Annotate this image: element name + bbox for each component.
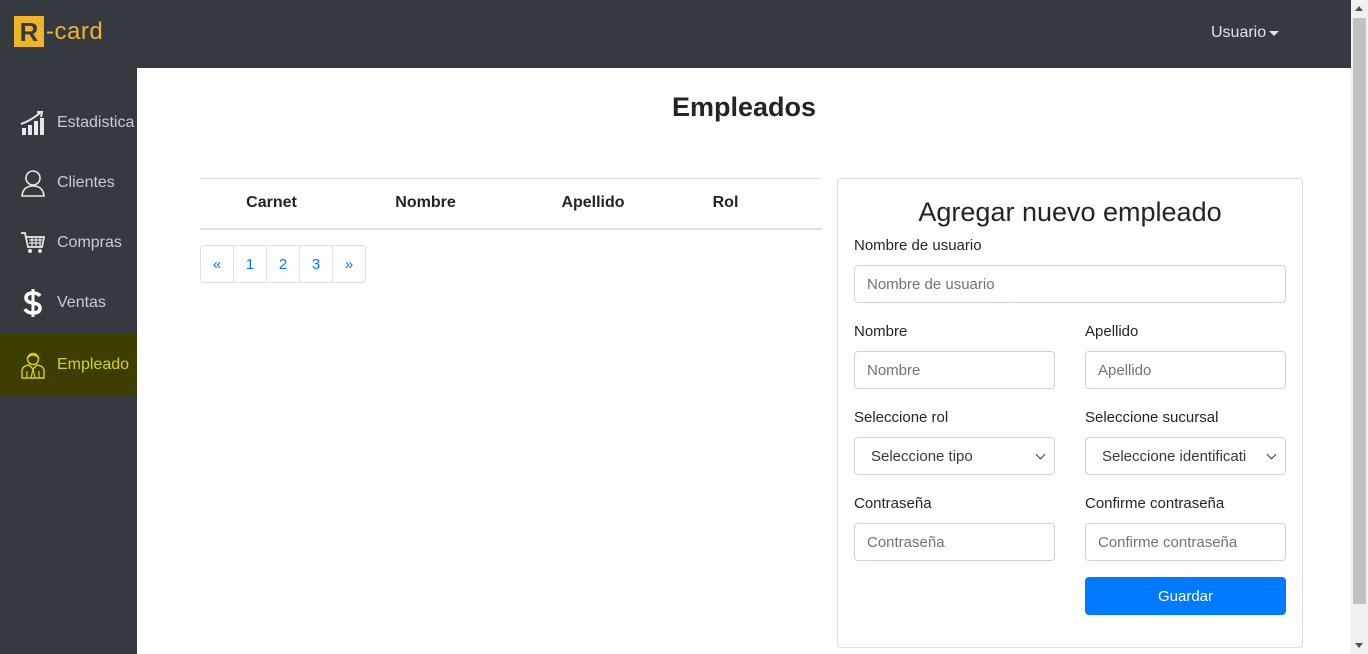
- user-menu-dropdown[interactable]: Usuario: [1211, 24, 1280, 42]
- shopping-cart-icon: [19, 229, 47, 257]
- sidebar-item-label: Ventas: [57, 294, 106, 311]
- sidebar-item-compras[interactable]: Compras: [0, 212, 137, 274]
- role-label: Seleccione rol: [854, 409, 949, 426]
- user-menu-label: Usuario: [1211, 24, 1267, 41]
- add-employee-card: Agregar nuevo empleado Nombre de usuario…: [837, 178, 1303, 648]
- logo-mark: R: [14, 16, 44, 47]
- top-navbar: R -card Usuario: [0, 0, 1351, 68]
- page-title: Empleados: [671, 92, 817, 122]
- dollar-icon: [19, 289, 47, 317]
- sidebar-item-label: Empleado: [57, 356, 130, 373]
- role-select-value: Seleccione tipo: [871, 447, 973, 465]
- first-name-label: Nombre: [854, 323, 908, 340]
- pagination-page-2[interactable]: 2: [266, 245, 300, 283]
- scroll-thumb[interactable]: [1353, 18, 1366, 604]
- pagination-previous[interactable]: «: [200, 245, 234, 283]
- employee-icon: [19, 351, 47, 379]
- branch-select-value: Seleccione identificati: [1102, 447, 1247, 465]
- page-scrollbar[interactable]: [1351, 0, 1368, 654]
- scroll-down-arrow-icon[interactable]: [1355, 643, 1363, 648]
- username-label: Nombre de usuario: [854, 237, 982, 254]
- column-header-rol: Rol: [678, 178, 773, 230]
- sidebar-item-label: Estadistica: [57, 114, 135, 131]
- column-header-apellido: Apellido: [508, 178, 678, 230]
- password-input[interactable]: [854, 523, 1055, 561]
- sidebar-item-empleado[interactable]: Empleado: [0, 334, 137, 396]
- brand-logo[interactable]: R -card: [14, 16, 103, 47]
- column-header-carnet: Carnet: [200, 178, 343, 230]
- logo-text: -card: [46, 17, 104, 45]
- sidebar: Estadistica Clientes Compras Ventas Empl…: [0, 68, 137, 654]
- bar-chart-icon: [19, 109, 47, 137]
- user-icon: [19, 169, 47, 197]
- last-name-input[interactable]: [1085, 351, 1286, 389]
- sidebar-item-label: Compras: [57, 234, 122, 251]
- sidebar-item-estadistica[interactable]: Estadistica: [0, 92, 137, 154]
- scroll-up-arrow-icon[interactable]: [1355, 6, 1363, 11]
- pagination-page-1[interactable]: 1: [233, 245, 267, 283]
- column-header-nombre: Nombre: [343, 178, 508, 230]
- password-label: Contraseña: [854, 495, 932, 512]
- save-button[interactable]: Guardar: [1085, 577, 1286, 615]
- branch-label: Seleccione sucursal: [1085, 409, 1219, 426]
- username-input[interactable]: [854, 265, 1286, 303]
- employees-table: Carnet Nombre Apellido Rol: [200, 178, 822, 230]
- confirm-password-input[interactable]: [1085, 523, 1286, 561]
- pagination: « 1 2 3 »: [200, 245, 366, 283]
- pagination-page-3[interactable]: 3: [299, 245, 333, 283]
- sidebar-item-label: Clientes: [57, 174, 115, 191]
- column-header-actions: [773, 178, 822, 230]
- logo-letter: R: [19, 16, 39, 47]
- pagination-next[interactable]: »: [332, 245, 366, 283]
- sidebar-item-clientes[interactable]: Clientes: [0, 152, 137, 214]
- table-header-row: Carnet Nombre Apellido Rol: [200, 178, 822, 230]
- confirm-password-label: Confirme contraseña: [1085, 495, 1225, 512]
- caret-down-icon: [1269, 30, 1280, 36]
- branch-select[interactable]: Seleccione identificati: [1085, 437, 1286, 475]
- last-name-label: Apellido: [1085, 323, 1139, 340]
- first-name-input[interactable]: [854, 351, 1055, 389]
- form-title: Agregar nuevo empleado: [918, 197, 1222, 227]
- sidebar-item-ventas[interactable]: Ventas: [0, 272, 137, 334]
- role-select[interactable]: Seleccione tipo: [854, 437, 1055, 475]
